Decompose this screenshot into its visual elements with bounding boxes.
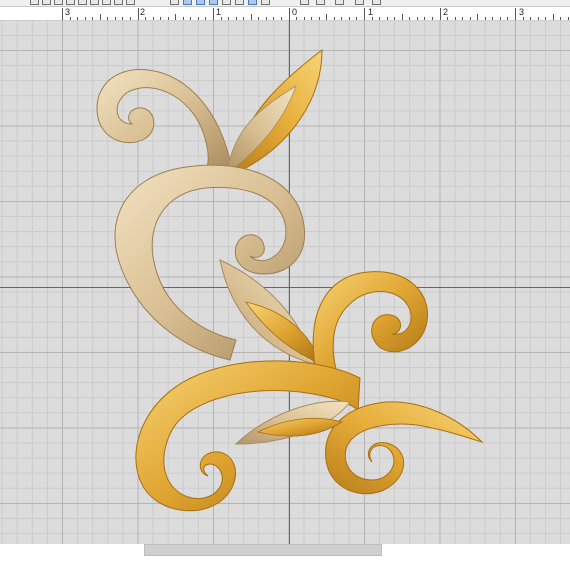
design-canvas[interactable]: [0, 20, 570, 544]
ruler-tick: [288, 8, 290, 20]
ruler-label: 2: [443, 7, 449, 17]
ruler-tick: [213, 8, 214, 20]
ruler-tick: [62, 8, 63, 20]
toolbar-zoom-button-8[interactable]: [114, 0, 123, 5]
toolbar-view-button-2[interactable]: [196, 0, 205, 5]
toolbar-zoom-button-3[interactable]: [54, 0, 63, 5]
toolbar-tool-button-4[interactable]: [355, 0, 364, 5]
toolbar-zoom-button-9[interactable]: [126, 0, 135, 5]
toolbar-view-button-3[interactable]: [209, 0, 218, 5]
ruler-tick: [515, 8, 516, 20]
toolbar-view-button-7[interactable]: [261, 0, 270, 5]
toolbar: [0, 0, 570, 7]
toolbar-zoom-button-4[interactable]: [66, 0, 75, 5]
ruler-label: 1: [368, 7, 374, 17]
ruler-label: 3: [519, 7, 525, 17]
toolbar-zoom-button-2[interactable]: [42, 0, 51, 5]
horizontal-ruler: 3 2 1 0 1 2 3: [0, 7, 570, 21]
toolbar-tool-button-2[interactable]: [316, 0, 325, 5]
toolbar-zoom-button-7[interactable]: [102, 0, 111, 5]
toolbar-view-button-5[interactable]: [235, 0, 244, 5]
toolbar-view-button-4[interactable]: [222, 0, 231, 5]
toolbar-grid-button[interactable]: [170, 0, 179, 5]
ruler-label: 1: [216, 7, 222, 17]
toolbar-view-button-6[interactable]: [248, 0, 257, 5]
ruler-tick: [137, 8, 139, 20]
toolbar-tool-button-1[interactable]: [300, 0, 309, 5]
toolbar-view-button-1[interactable]: [183, 0, 192, 5]
toolbar-tool-button-3[interactable]: [335, 0, 344, 5]
ruler-label: 3: [65, 7, 71, 17]
lower-right-gold-curl: [325, 401, 484, 495]
horizontal-scrollbar[interactable]: [0, 544, 570, 571]
upper-beige-curl: [96, 69, 233, 173]
toolbar-tool-button-5[interactable]: [372, 0, 381, 5]
ruler-tick: [439, 8, 441, 20]
toolbar-zoom-button-5[interactable]: [78, 0, 87, 5]
right-gold-curl: [312, 271, 428, 377]
ruler-label: 0: [292, 7, 298, 17]
ruler-tick: [364, 8, 365, 20]
ruler-label: 2: [140, 7, 146, 17]
scrollbar-thumb[interactable]: [144, 544, 382, 556]
toolbar-zoom-button-6[interactable]: [90, 0, 99, 5]
toolbar-zoom-button-1[interactable]: [30, 0, 39, 5]
embroidery-design[interactable]: [0, 20, 570, 544]
